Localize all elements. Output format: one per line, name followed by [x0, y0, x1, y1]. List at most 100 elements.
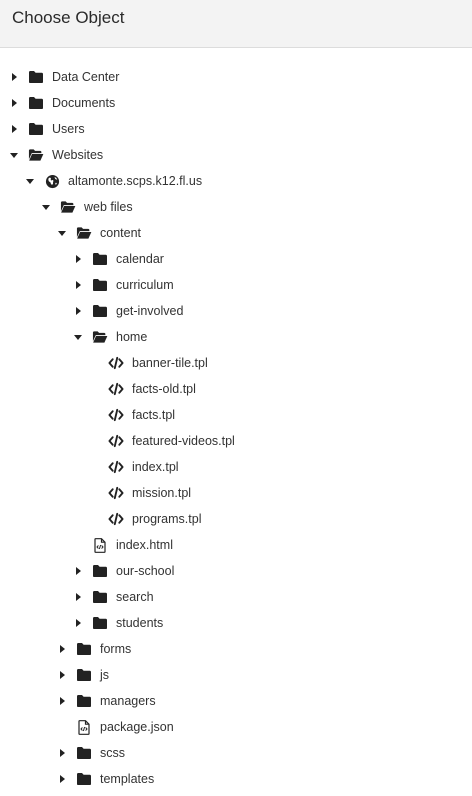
folder-icon [92, 589, 108, 605]
folder-icon [76, 693, 92, 709]
tree-item-package-json[interactable]: package.json [0, 714, 472, 740]
tree-item-label: curriculum [116, 278, 174, 292]
caret-right-icon[interactable] [56, 643, 68, 655]
tree-item-label: js [100, 668, 110, 682]
tree-item-label: get-involved [116, 304, 184, 318]
tree-item-documents[interactable]: Documents [0, 90, 472, 116]
tree-item-label: templates [100, 772, 155, 786]
code-icon [108, 355, 124, 371]
caret-spacer [88, 435, 100, 447]
tree-item-forms[interactable]: forms [0, 636, 472, 662]
folder-icon [92, 251, 108, 267]
code-icon [108, 485, 124, 501]
folder-icon [76, 771, 92, 787]
globe-icon [44, 173, 60, 189]
tree-item-users[interactable]: Users [0, 116, 472, 142]
folder-icon [28, 95, 44, 111]
caret-spacer [88, 409, 100, 421]
tree-item-label: index.tpl [132, 460, 179, 474]
tree-item-managers[interactable]: managers [0, 688, 472, 714]
tree-item-programs-tpl[interactable]: programs.tpl [0, 506, 472, 532]
caret-spacer [88, 487, 100, 499]
tree-item-content[interactable]: content [0, 220, 472, 246]
caret-right-icon[interactable] [56, 773, 68, 785]
caret-spacer [88, 357, 100, 369]
tree-item-label: calendar [116, 252, 164, 266]
tree-item-js[interactable]: js [0, 662, 472, 688]
folder-icon [92, 303, 108, 319]
tree-item-curriculum[interactable]: curriculum [0, 272, 472, 298]
tree-item-label: facts.tpl [132, 408, 176, 422]
caret-spacer [88, 383, 100, 395]
tree-item-label: mission.tpl [132, 486, 192, 500]
caret-right-icon[interactable] [72, 305, 84, 317]
caret-right-icon[interactable] [56, 669, 68, 681]
caret-right-icon[interactable] [72, 591, 84, 603]
caret-right-icon[interactable] [72, 565, 84, 577]
code-icon [108, 407, 124, 423]
caret-down-icon[interactable] [8, 149, 20, 161]
tree-item-label: Users [52, 122, 85, 136]
tree-item-label: managers [100, 694, 156, 708]
file-code-icon [76, 719, 92, 735]
tree-item-index-tpl[interactable]: index.tpl [0, 454, 472, 480]
tree-item-altamonte-scps-k12-fl-us[interactable]: altamonte.scps.k12.fl.us [0, 168, 472, 194]
tree-item-search[interactable]: search [0, 584, 472, 610]
caret-right-icon[interactable] [72, 279, 84, 291]
code-icon [108, 459, 124, 475]
caret-right-icon[interactable] [72, 253, 84, 265]
tree-item-mission-tpl[interactable]: mission.tpl [0, 480, 472, 506]
tree-item-label: facts-old.tpl [132, 382, 196, 396]
caret-spacer [72, 539, 84, 551]
tree-item-get-involved[interactable]: get-involved [0, 298, 472, 324]
code-icon [108, 433, 124, 449]
file-code-icon [92, 537, 108, 553]
tree-item-label: Documents [52, 96, 116, 110]
caret-spacer [56, 721, 68, 733]
tree-item-data-center[interactable]: Data Center [0, 64, 472, 90]
tree-item-facts-old-tpl[interactable]: facts-old.tpl [0, 376, 472, 402]
caret-right-icon[interactable] [8, 71, 20, 83]
tree-item-facts-tpl[interactable]: facts.tpl [0, 402, 472, 428]
tree-item-our-school[interactable]: our-school [0, 558, 472, 584]
tree-item-websites[interactable]: Websites [0, 142, 472, 168]
tree-item-calendar[interactable]: calendar [0, 246, 472, 272]
tree-item-label: search [116, 590, 154, 604]
tree-item-index-html[interactable]: index.html [0, 532, 472, 558]
caret-spacer [88, 461, 100, 473]
folder-icon [76, 745, 92, 761]
folder-icon [76, 641, 92, 657]
tree-item-label: content [100, 226, 142, 240]
tree-item-label: banner-tile.tpl [132, 356, 208, 370]
caret-right-icon[interactable] [56, 747, 68, 759]
tree-item-label: web files [84, 200, 133, 214]
caret-right-icon[interactable] [56, 695, 68, 707]
tree-item-label: our-school [116, 564, 175, 578]
tree-item-label: scss [100, 746, 125, 760]
folder-icon [92, 277, 108, 293]
folder-icon [28, 69, 44, 85]
folder-icon [92, 563, 108, 579]
caret-down-icon[interactable] [56, 227, 68, 239]
tree-item-scss[interactable]: scss [0, 740, 472, 766]
tree-item-home[interactable]: home [0, 324, 472, 350]
caret-down-icon[interactable] [72, 331, 84, 343]
tree-item-label: altamonte.scps.k12.fl.us [68, 174, 203, 188]
folder-icon [92, 615, 108, 631]
tree-item-label: Websites [52, 148, 104, 162]
folder-open-icon [76, 225, 92, 241]
tree-item-web-files[interactable]: web files [0, 194, 472, 220]
tree-item-banner-tile-tpl[interactable]: banner-tile.tpl [0, 350, 472, 376]
caret-right-icon[interactable] [8, 123, 20, 135]
caret-right-icon[interactable] [8, 97, 20, 109]
tree-item-students[interactable]: students [0, 610, 472, 636]
tree-item-templates[interactable]: templates [0, 766, 472, 792]
tree-item-label: home [116, 330, 148, 344]
folder-open-icon [60, 199, 76, 215]
caret-right-icon[interactable] [72, 617, 84, 629]
tree-item-featured-videos-tpl[interactable]: featured-videos.tpl [0, 428, 472, 454]
caret-down-icon[interactable] [24, 175, 36, 187]
code-icon [108, 511, 124, 527]
caret-down-icon[interactable] [40, 201, 52, 213]
caret-spacer [88, 513, 100, 525]
